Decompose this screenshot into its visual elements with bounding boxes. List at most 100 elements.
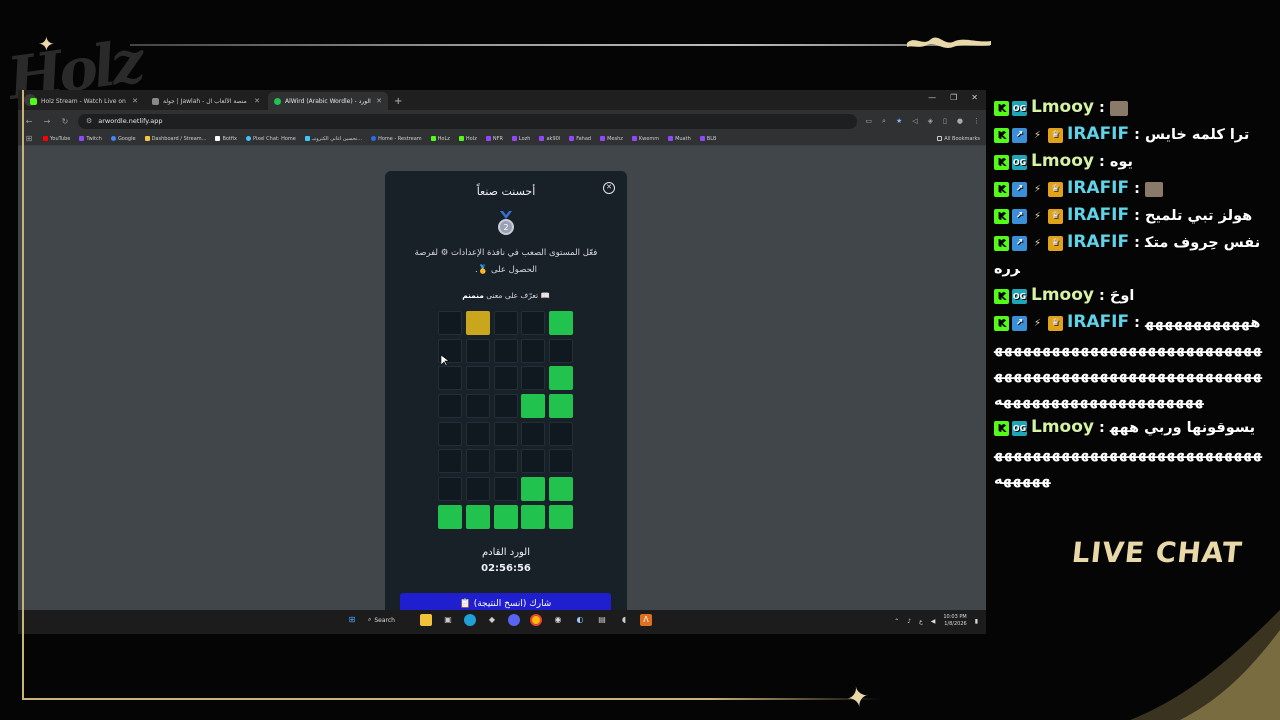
- all-bookmarks-button[interactable]: All Bookmarks: [937, 136, 980, 142]
- bookmark-fahad[interactable]: Fahad: [569, 136, 591, 142]
- windows-start-icon[interactable]: ⊞: [346, 614, 358, 626]
- bookmark-holz-1[interactable]: HoLz: [430, 136, 450, 142]
- grid-cell: [493, 366, 518, 391]
- close-window-icon[interactable]: ✕: [971, 93, 978, 102]
- close-icon[interactable]: ✕: [132, 97, 138, 105]
- share-button[interactable]: شارك (انسخ النتيجة) 📋: [400, 593, 611, 610]
- bookmark-restream[interactable]: Home - Restream: [371, 136, 422, 142]
- file-explorer-icon[interactable]: [420, 614, 432, 626]
- tab-label: Holz Stream - Watch Live on Ki: [41, 97, 129, 105]
- back-icon[interactable]: ←: [24, 117, 34, 126]
- zoom-icon[interactable]: ⌕: [882, 117, 886, 126]
- bookmark-nfr[interactable]: NFR: [485, 136, 503, 142]
- system-tray: ⌃ ♪ ع ◀ 10:03 PM 1/8/2026 ▮: [894, 614, 978, 628]
- bookmark-pixel-chat[interactable]: Pixel Chat: Home: [246, 136, 296, 142]
- close-icon[interactable]: ✕: [376, 97, 382, 105]
- bookmark-arabic[interactable]: تحسين اغاني الكترونيـ...: [304, 136, 362, 142]
- chat-username[interactable]: IRAFIF: [1067, 232, 1129, 252]
- clock[interactable]: 10:03 PM 1/8/2026: [943, 614, 966, 628]
- chat-username[interactable]: IRAFIF: [1067, 124, 1129, 144]
- bookmark-dashboard[interactable]: Dashboard / Stream...: [144, 136, 206, 142]
- chat-username[interactable]: Lmooy: [1031, 285, 1094, 305]
- bookmark-botfix[interactable]: Botfix: [215, 136, 237, 142]
- grid-cell: [521, 394, 546, 419]
- close-icon[interactable]: ✕: [254, 97, 260, 105]
- tab-strip: Holz Stream - Watch Live on Ki ✕ جولة | …: [18, 90, 986, 110]
- subscriber-badge-icon: ↗: [1012, 315, 1027, 331]
- live-chat-panel: K OG Lmooy : K ↗ ⚡ ♛ IRAFIF : ترا كلمه خايس K OG…: [994, 94, 1264, 493]
- bookmark-star-icon[interactable]: ★: [896, 117, 902, 126]
- app-icon[interactable]: ◆: [486, 614, 498, 626]
- steam-icon[interactable]: ◐: [574, 614, 586, 626]
- bookmark-blb[interactable]: BLB: [699, 136, 716, 142]
- store-icon[interactable]: ▣: [442, 614, 454, 626]
- crown-badge-icon: ♛: [1048, 181, 1063, 197]
- flash-badge-icon: ⚡: [1033, 183, 1042, 195]
- notification-icon[interactable]: ▮: [975, 618, 978, 625]
- tab-kick[interactable]: Holz Stream - Watch Live on Ki ✕: [24, 92, 144, 110]
- bookmark-youtube[interactable]: YouTube: [43, 136, 70, 142]
- chat-username[interactable]: Lmooy: [1031, 97, 1094, 117]
- bookmark-meshz[interactable]: Meshz: [600, 136, 623, 142]
- bookmark-twitch[interactable]: Twitch: [79, 136, 102, 142]
- cast-icon[interactable]: ▭: [865, 117, 872, 126]
- mic-icon[interactable]: ♪: [907, 618, 911, 625]
- discord-icon[interactable]: [508, 614, 520, 626]
- bookmark-google[interactable]: Google: [110, 136, 136, 142]
- chat-message: K ↗ ⚡ ♛ IRAFIF : هولز تبي تلميح: [994, 202, 1264, 229]
- volume-icon[interactable]: ◀: [931, 618, 936, 625]
- app-icon[interactable]: Λ: [640, 614, 652, 626]
- minimize-icon[interactable]: —: [928, 93, 936, 102]
- kick-badge-icon: K: [994, 235, 1009, 251]
- flash-badge-icon: ⚡: [1033, 317, 1042, 329]
- grid-cell: [549, 477, 574, 502]
- bookmark-ak90l[interactable]: ak90l: [539, 136, 560, 142]
- forward-icon[interactable]: →: [42, 117, 52, 126]
- language-icon[interactable]: ع: [919, 618, 923, 625]
- brush-stroke-decoration: [907, 37, 991, 48]
- edge-icon[interactable]: [464, 614, 476, 626]
- word-meaning-link[interactable]: 📖 تعرّف على معنى منمنم: [385, 291, 627, 300]
- profile-avatar-icon[interactable]: ●: [957, 117, 963, 126]
- grid-cell: [438, 394, 462, 419]
- emote-icon: [1145, 181, 1164, 197]
- kick-badge-icon: K: [994, 154, 1009, 170]
- sidepanel-icon[interactable]: ▯: [943, 117, 947, 126]
- app-icon[interactable]: ◖: [618, 614, 630, 626]
- taskbar-search[interactable]: ⌕ Search: [368, 616, 410, 624]
- bookmark-muath[interactable]: Muath: [668, 136, 691, 142]
- extension-icon[interactable]: ◈: [928, 117, 933, 126]
- bookmark-lozh[interactable]: Lozh: [511, 136, 530, 142]
- chevron-up-icon[interactable]: ⌃: [894, 618, 899, 625]
- tab-jawlah[interactable]: جولة | Jawlah - منصة الألعاب ال ✕: [146, 92, 266, 110]
- obs-icon[interactable]: ◉: [552, 614, 564, 626]
- chrome-icon[interactable]: [530, 614, 542, 626]
- chat-username[interactable]: IRAFIF: [1067, 312, 1129, 332]
- address-bar[interactable]: ⚙ arwordle.netlify.app: [78, 113, 858, 129]
- bookmark-kwemm[interactable]: Kwemm: [631, 136, 659, 142]
- chat-username[interactable]: Lmooy: [1031, 151, 1094, 171]
- grid-cell: [549, 504, 574, 529]
- menu-icon[interactable]: ⋮: [973, 117, 980, 126]
- restore-icon[interactable]: ❐: [950, 93, 957, 102]
- bookmark-holz-2[interactable]: HoIz: [458, 136, 477, 142]
- mute-icon[interactable]: ◁: [912, 117, 917, 126]
- badges: K ↗ ⚡ ♛: [994, 127, 1063, 143]
- tab-alwird[interactable]: AlWird (Arabic Wordle) - الورد ✕: [268, 92, 388, 110]
- chat-username[interactable]: IRAFIF: [1067, 178, 1129, 198]
- grid-cell: [521, 449, 546, 474]
- new-tab-button[interactable]: +: [394, 96, 402, 107]
- reload-icon[interactable]: ↻: [60, 117, 70, 126]
- subscriber-badge-icon: ↗: [1012, 181, 1027, 197]
- chat-username[interactable]: IRAFIF: [1067, 205, 1129, 225]
- kick-favicon-icon: [30, 97, 37, 105]
- grid-cell: [493, 394, 518, 419]
- apps-icon[interactable]: ⊞: [24, 134, 34, 143]
- app-icon[interactable]: ▤: [596, 614, 608, 626]
- site-info-icon[interactable]: ⚙: [86, 117, 92, 125]
- chat-username[interactable]: Lmooy: [1031, 417, 1094, 437]
- search-icon: ⌕: [368, 616, 372, 623]
- crown-badge-icon: ♛: [1048, 315, 1063, 331]
- badges: K ↗ ⚡ ♛: [994, 235, 1063, 251]
- results-grid: [438, 311, 574, 529]
